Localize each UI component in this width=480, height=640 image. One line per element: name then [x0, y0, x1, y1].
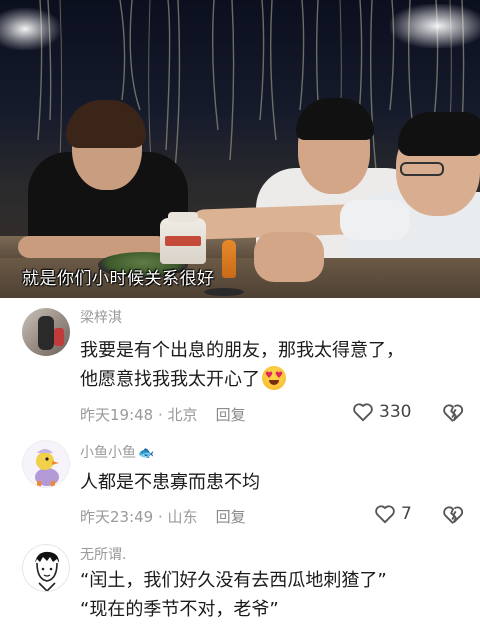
- sauce-bottle: [222, 240, 236, 278]
- comment-username-text: 小鱼小鱼: [80, 445, 136, 461]
- comment-text[interactable]: 人都是不患寡而患不均: [80, 468, 260, 497]
- meta-separator: ·: [153, 508, 168, 526]
- heart-outline-icon: [353, 403, 373, 422]
- light-glow-right: [390, 4, 480, 48]
- video-frame[interactable]: 就是你们小时候关系很好: [0, 0, 480, 298]
- like-button[interactable]: 330: [352, 402, 411, 422]
- comment-username[interactable]: 小鱼小鱼 🐟: [80, 442, 154, 462]
- comment-text-line: 我要是有个出息的朋友，那我太得意了，: [80, 340, 404, 361]
- avatar[interactable]: [22, 544, 70, 592]
- avatar-accent: [54, 328, 64, 346]
- jar-lid: [168, 212, 198, 222]
- glasses: [400, 162, 444, 176]
- sketch-boy-avatar-icon: [35, 551, 59, 591]
- comment-text[interactable]: 我要是有个出息的朋友，那我太得意了， 他愿意找我我太开心了 ♥ ♥: [80, 336, 404, 394]
- reply-button[interactable]: 回复: [216, 508, 246, 526]
- comment-time: 昨天19:48: [80, 406, 154, 424]
- comment-text-line: “现在的季节不对，老爷”: [80, 599, 279, 620]
- light-glow-left: [0, 8, 60, 50]
- dislike-button[interactable]: [442, 505, 464, 529]
- fish-icon: 🐟: [138, 446, 155, 461]
- person-middle-arm: [254, 232, 324, 282]
- jar-label: [165, 236, 201, 246]
- person-right-hair: [398, 112, 480, 156]
- comment-meta: 昨天23:49 · 山东 回复: [80, 506, 246, 527]
- comment-item: 无所谓. “闰土，我们好久没有去西瓜地刺猹了” “现在的季节不对，老爷”: [0, 536, 480, 640]
- reply-button[interactable]: 回复: [216, 406, 246, 424]
- comment-username[interactable]: 梁梓淇: [80, 307, 122, 327]
- comment-item: 小鱼小鱼 🐟 人都是不患寡而患不均 昨天23:49 · 山东 回复 7: [0, 432, 480, 540]
- comment-text-line: 他愿意找我我太开心了 ♥ ♥: [80, 365, 404, 394]
- avatar[interactable]: [22, 308, 70, 356]
- dislike-button[interactable]: [442, 403, 464, 427]
- broken-heart-icon: [443, 404, 464, 422]
- comment-text[interactable]: “闰土，我们好久没有去西瓜地刺猹了” “现在的季节不对，老爷”: [80, 566, 387, 624]
- meta-separator: ·: [153, 406, 168, 424]
- comment-location: 北京: [167, 406, 198, 424]
- video-subtitle: 就是你们小时候关系很好: [22, 269, 215, 289]
- sleeve: [340, 200, 410, 240]
- comment-location: 山东: [167, 508, 198, 526]
- comment-item: 梁梓淇 我要是有个出息的朋友，那我太得意了， 他愿意找我我太开心了 ♥ ♥ 昨天19…: [0, 298, 480, 438]
- like-button[interactable]: 7: [374, 504, 412, 524]
- comment-meta: 昨天19:48 · 北京 回复: [80, 404, 246, 425]
- avatar-figure: [38, 316, 54, 350]
- avatar[interactable]: [22, 440, 70, 488]
- small-plate: [204, 288, 244, 296]
- broken-heart-icon: [443, 506, 464, 524]
- heart-outline-icon: [375, 505, 395, 524]
- comment-text-line-content: 他愿意找我我太开心了: [80, 369, 260, 390]
- comment-username[interactable]: 无所谓.: [80, 544, 126, 564]
- comment-text-line: 人都是不患寡而患不均: [80, 472, 260, 493]
- like-count: 330: [379, 402, 412, 422]
- comment-time: 昨天23:49: [80, 508, 154, 526]
- cartoon-duck-avatar-icon: [35, 449, 59, 487]
- heart-eyes-emoji-icon: ♥ ♥: [262, 366, 286, 390]
- like-count: 7: [401, 504, 412, 524]
- comment-text-line: “闰土，我们好久没有去西瓜地刺猹了”: [80, 570, 387, 591]
